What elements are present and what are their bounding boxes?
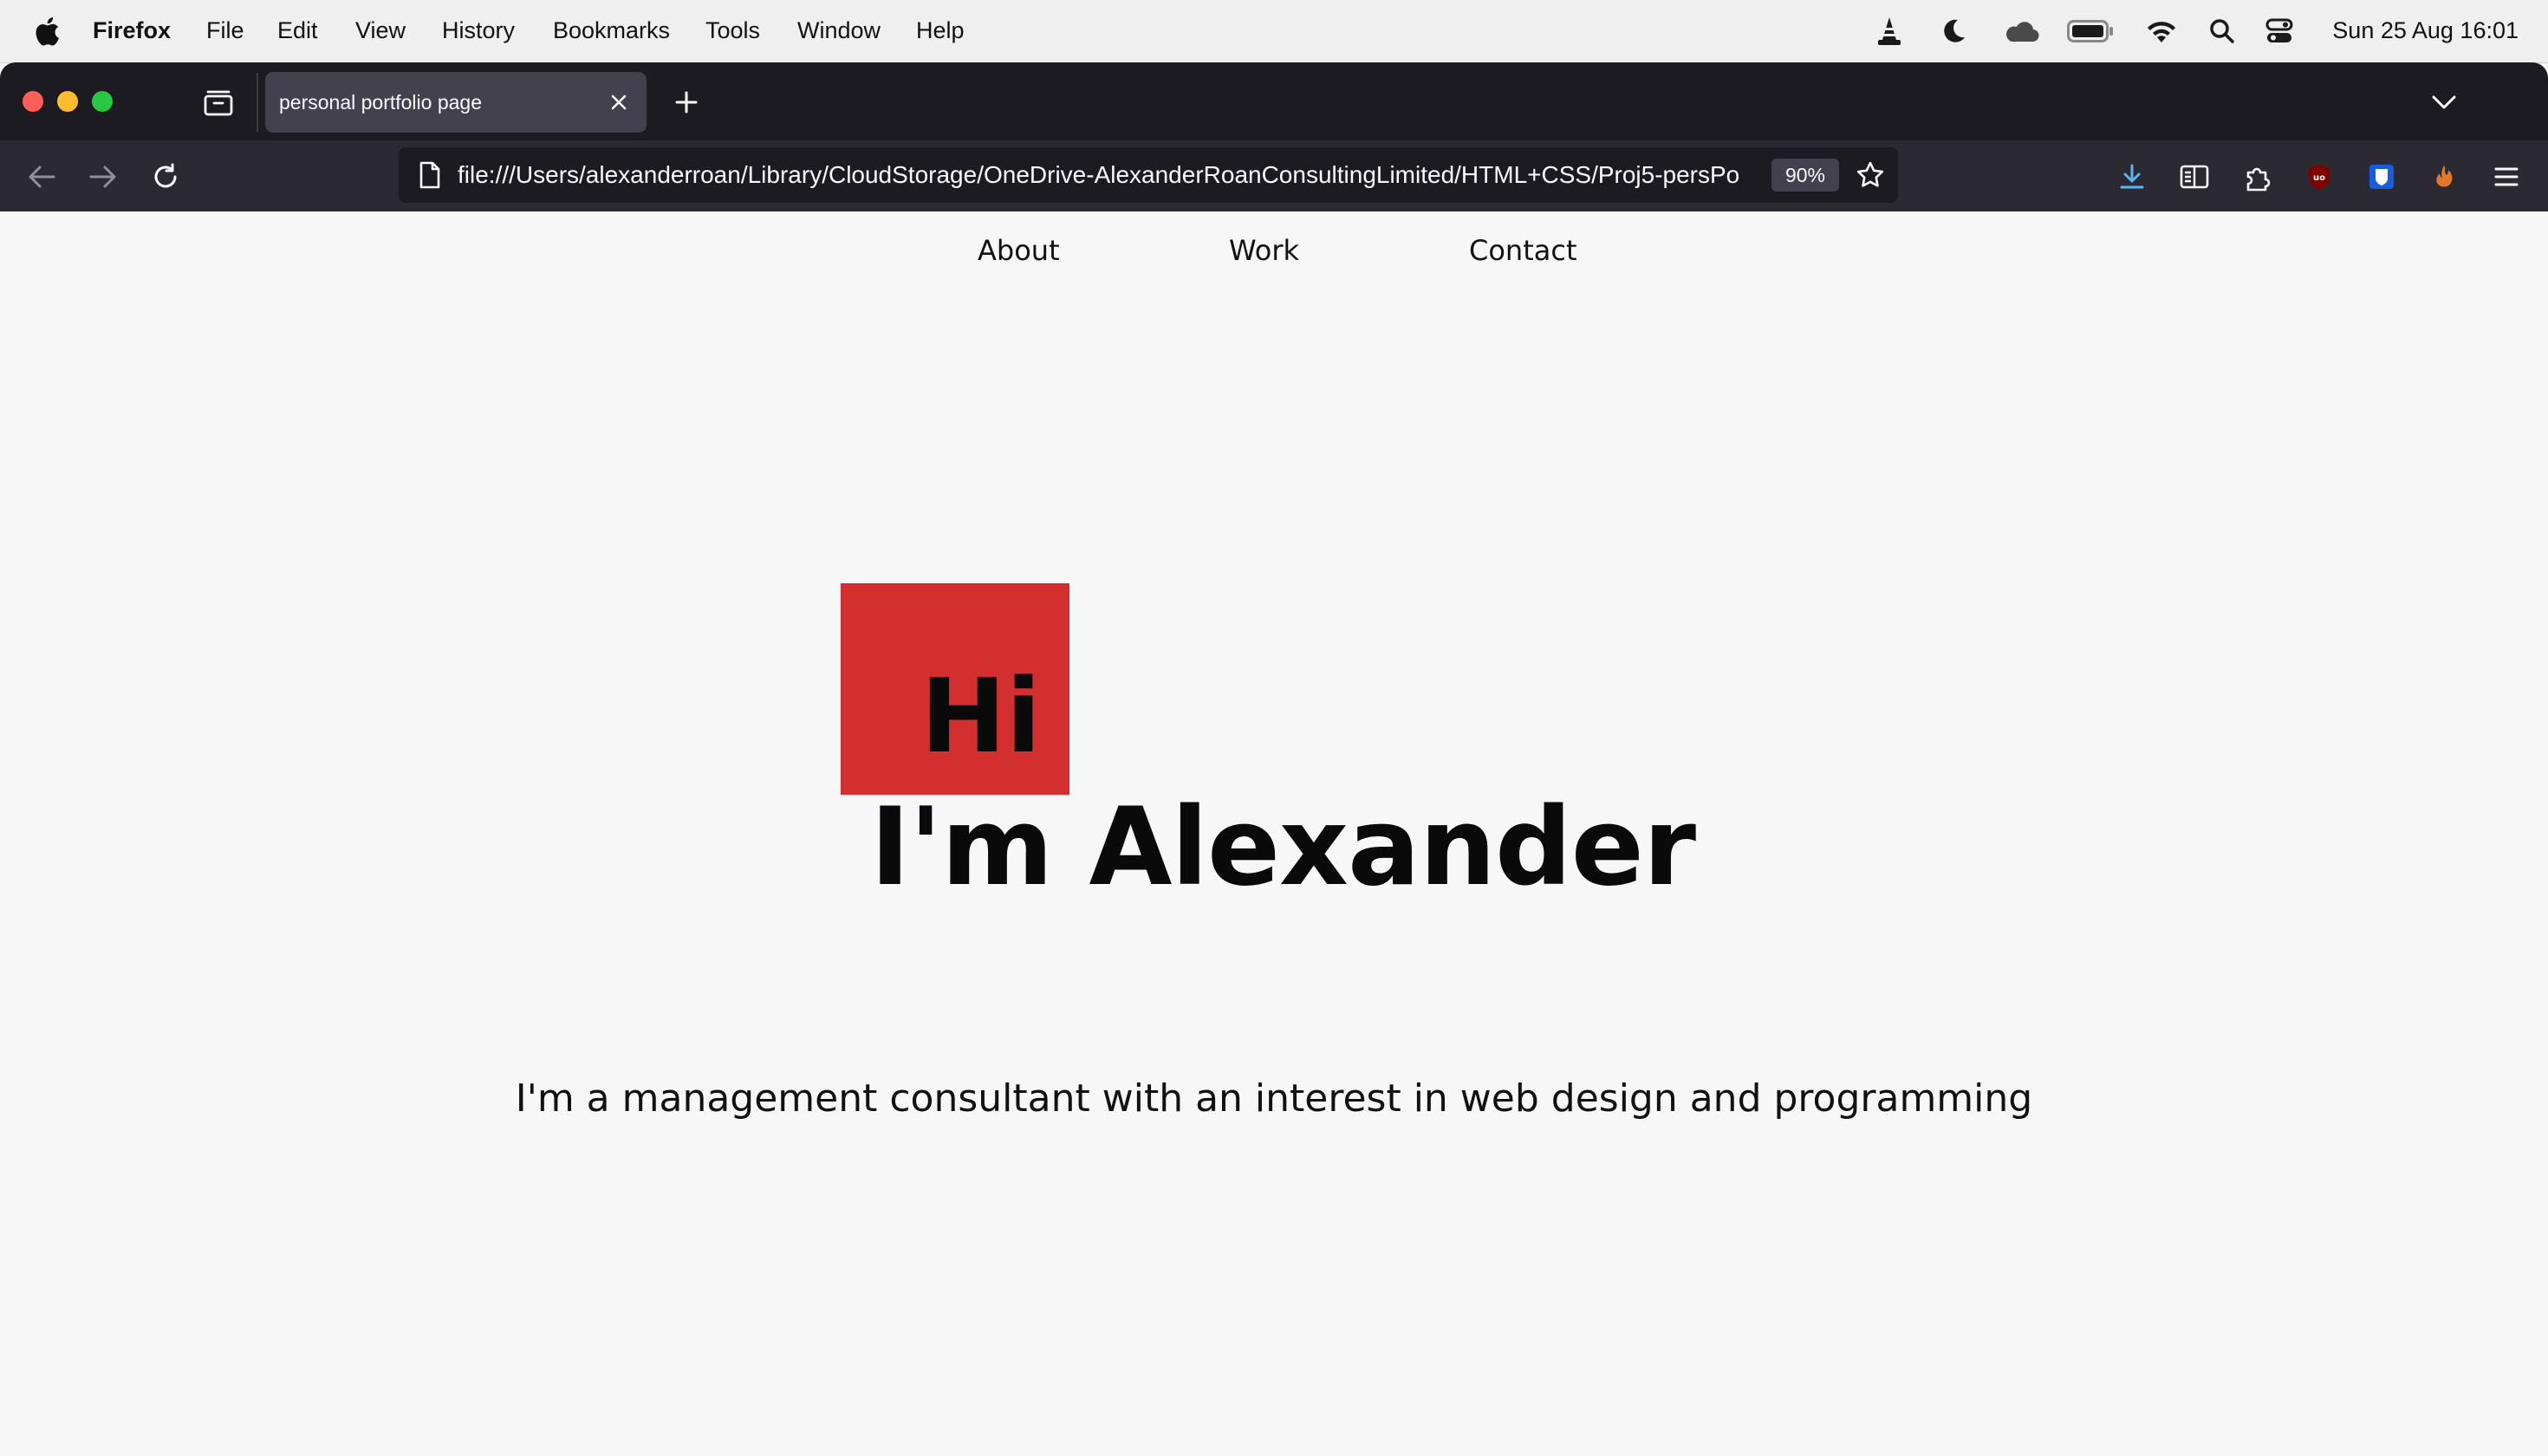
cloud-icon[interactable] [2002, 12, 2040, 50]
menu-view[interactable]: View [355, 0, 406, 62]
apple-menu-icon[interactable] [31, 12, 62, 50]
menu-tools[interactable]: Tools [705, 0, 760, 62]
app-menu-icon[interactable] [2486, 156, 2527, 198]
forward-icon[interactable] [82, 156, 124, 198]
tab-title: personal portfolio page [279, 91, 482, 114]
maximize-window-button[interactable] [92, 91, 113, 112]
menubar-clock[interactable]: Sun 25 Aug 16:01 [2332, 0, 2519, 62]
menu-bookmarks[interactable]: Bookmarks [553, 0, 670, 62]
control-center-icon[interactable] [2264, 12, 2295, 50]
page-content: About Work Contact Hi I'm Alexander I'm … [0, 211, 2548, 1456]
list-all-tabs-icon[interactable] [2423, 81, 2465, 123]
name-heading: I'm Alexander [870, 785, 1696, 910]
url-bar[interactable]: file:///Users/alexanderroan/Library/Clou… [399, 147, 1898, 203]
bitwarden-icon[interactable] [2361, 156, 2402, 198]
tab-close-icon[interactable] [603, 87, 634, 118]
menu-edit[interactable]: Edit [277, 0, 318, 62]
url-text[interactable]: file:///Users/alexanderroan/Library/Clou… [458, 147, 1808, 203]
minimize-window-button[interactable] [57, 91, 78, 112]
nav-link-contact[interactable]: Contact [1469, 234, 1577, 267]
battery-icon[interactable] [2066, 12, 2115, 50]
tab-personal-portfolio[interactable]: personal portfolio page [265, 72, 647, 133]
hi-heading: Hi [920, 656, 1042, 776]
menu-history[interactable]: History [442, 0, 515, 62]
menu-window[interactable]: Window [797, 0, 881, 62]
reload-icon[interactable] [145, 156, 186, 198]
nav-link-about[interactable]: About [978, 234, 1060, 267]
download-icon[interactable] [2111, 156, 2153, 198]
close-window-button[interactable] [23, 91, 43, 112]
new-tab-icon[interactable] [666, 81, 707, 123]
reader-view-icon[interactable] [2174, 156, 2215, 198]
extensions-icon[interactable] [2236, 156, 2278, 198]
back-icon[interactable] [21, 156, 62, 198]
menu-help[interactable]: Help [916, 0, 965, 62]
tab-divider [257, 73, 258, 132]
menu-bar: Firefox File Edit View History Bookmarks… [0, 0, 2548, 63]
zoom-level-badge[interactable]: 90% [1771, 159, 1839, 192]
wifi-icon[interactable] [2144, 12, 2179, 50]
bookmark-star-icon[interactable] [1853, 158, 1888, 192]
menu-file[interactable]: File [206, 0, 244, 62]
vlc-cone-icon[interactable] [1874, 12, 1905, 50]
tagline: I'm a management consultant with an inte… [515, 1076, 2033, 1121]
hi-red-block: Hi [841, 583, 1069, 795]
file-page-icon [414, 159, 445, 191]
search-icon[interactable] [2207, 12, 2238, 50]
moon-icon[interactable] [1938, 12, 1969, 50]
firefox-view-icon[interactable] [198, 81, 239, 123]
svg-text:uo: uo [2313, 173, 2325, 183]
extension-icon[interactable] [2423, 156, 2465, 198]
nav-link-work[interactable]: Work [1229, 234, 1299, 267]
menu-firefox[interactable]: Firefox [93, 0, 171, 62]
ublock-icon[interactable]: uo [2298, 156, 2340, 198]
